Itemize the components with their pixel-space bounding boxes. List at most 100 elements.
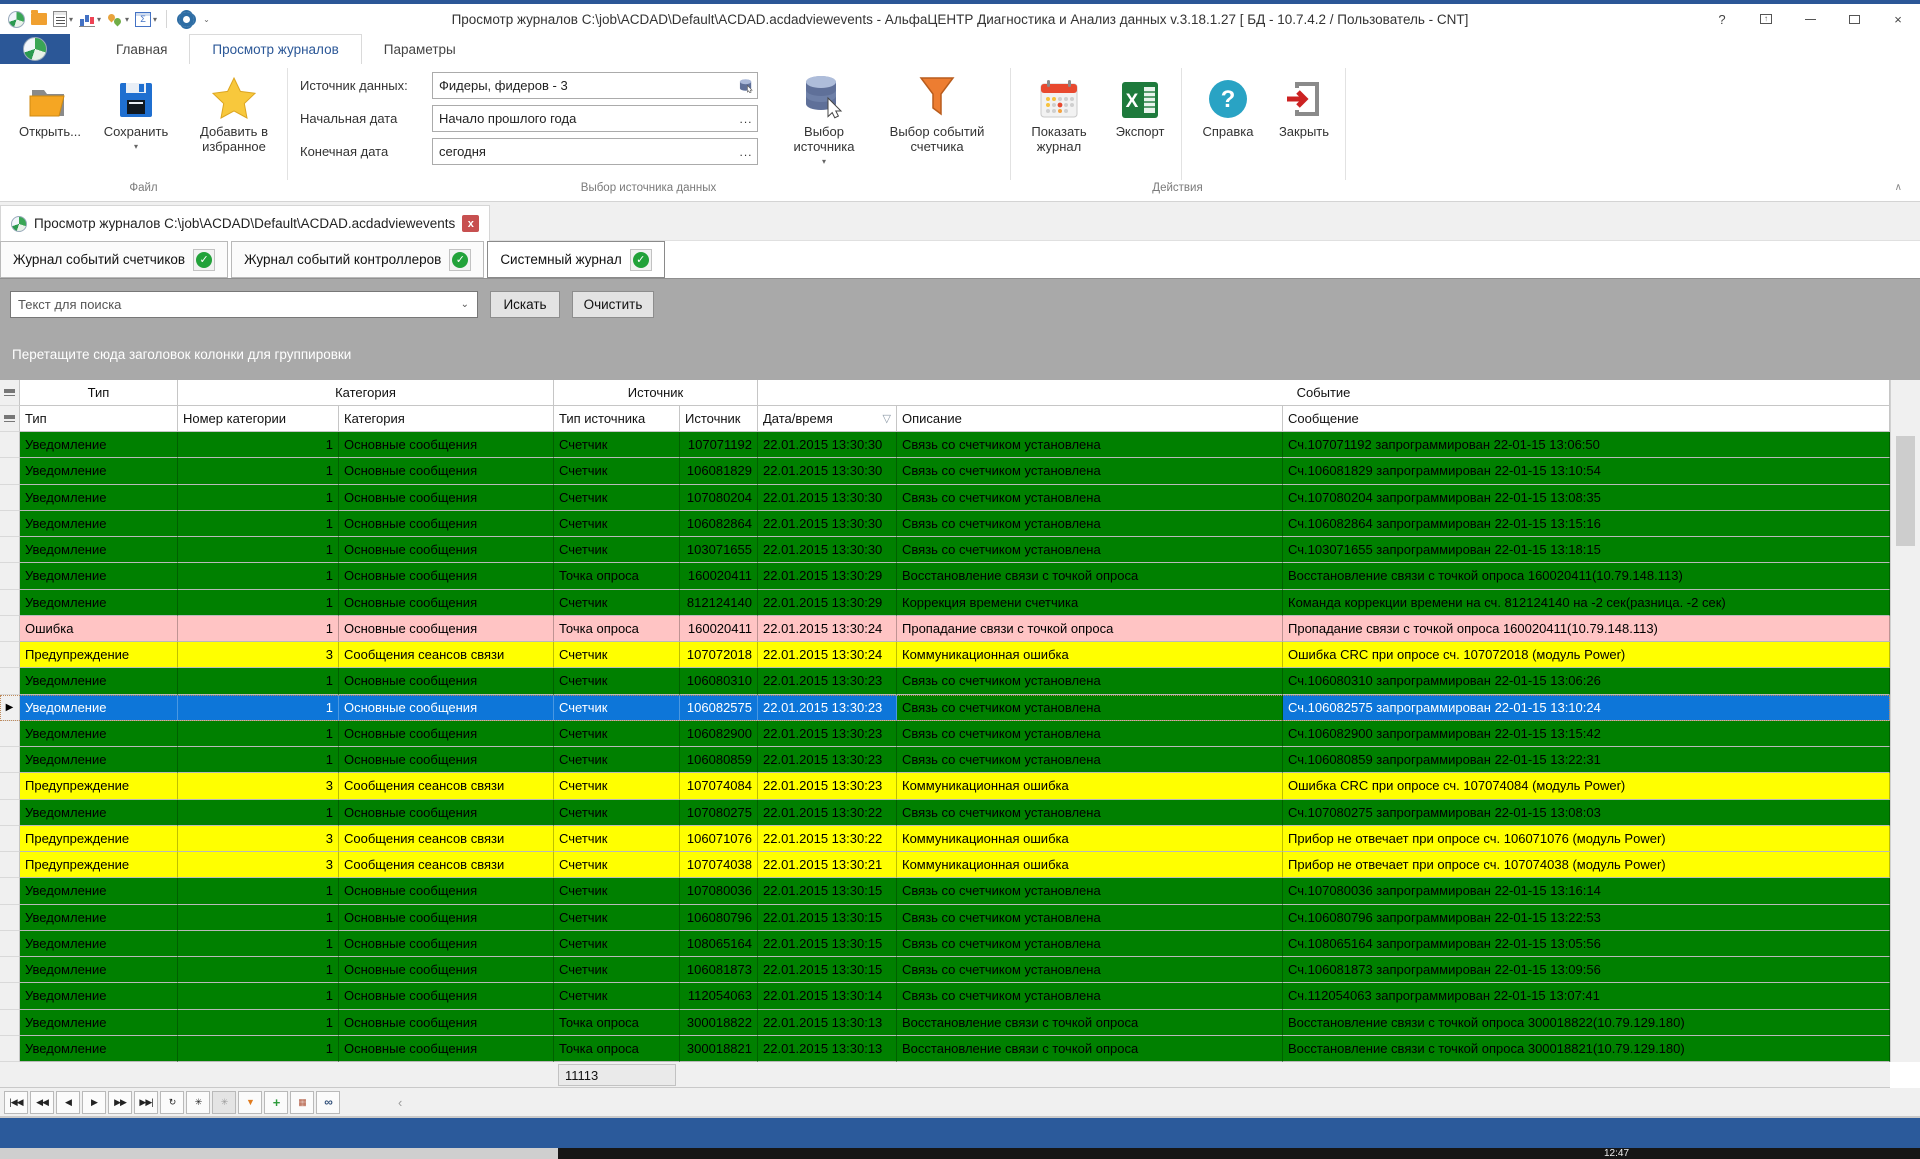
grid-cell[interactable]: 3 (178, 773, 339, 799)
table-row[interactable]: Уведомление1Основные сообщенияТочка опро… (0, 1036, 1890, 1062)
grid-cell[interactable]: Счетчик (554, 852, 680, 878)
grid-cell[interactable]: 160020411 (680, 616, 758, 642)
start-date-field[interactable]: Начало прошлого года ... (432, 105, 758, 132)
grid-cell[interactable]: 22.01.2015 13:30:29 (758, 563, 897, 589)
grid-cell[interactable]: Уведомление (20, 1010, 178, 1036)
row-indicator[interactable] (0, 905, 20, 931)
find-button[interactable]: ∞ (316, 1091, 340, 1114)
band-type[interactable]: Тип (20, 380, 178, 406)
grid-cell[interactable]: Связь со счетчиком установлена (897, 747, 1283, 773)
grid-cell[interactable]: Основные сообщения (339, 590, 554, 616)
form-list-icon[interactable]: ▾ (53, 11, 73, 27)
horizontal-scrollbar[interactable]: ‹ (352, 1091, 1890, 1114)
tab-counter-events[interactable]: Журнал событий счетчиков ✓ (0, 241, 228, 278)
grid-cell[interactable]: 22.01.2015 13:30:23 (758, 747, 897, 773)
grid-cell[interactable]: 1 (178, 721, 339, 747)
grid-cell[interactable]: Основные сообщения (339, 957, 554, 983)
grid-cell[interactable]: Уведомление (20, 537, 178, 563)
grid-cell[interactable]: Коррекция времени счетчика (897, 590, 1283, 616)
close-button[interactable]: × (1876, 5, 1920, 33)
table-row[interactable]: Уведомление1Основные сообщенияСчетчик106… (0, 957, 1890, 983)
band-source[interactable]: Источник (554, 380, 758, 406)
table-row[interactable]: Предупреждение3Сообщения сеансов связиСч… (0, 642, 1890, 668)
grid-cell[interactable]: 106082864 (680, 511, 758, 537)
pick-counter-events-button[interactable]: Выбор событий счетчика (872, 68, 1002, 154)
table-row[interactable]: Уведомление1Основные сообщенияСчетчик106… (0, 747, 1890, 773)
grid-cell[interactable]: Сч.106082900 запрограммирован 22-01-15 1… (1283, 721, 1890, 747)
grid-cell[interactable]: 812124140 (680, 590, 758, 616)
table-row[interactable]: Уведомление1Основные сообщенияСчетчик108… (0, 931, 1890, 957)
row-indicator[interactable] (0, 957, 20, 983)
last-record-button[interactable]: ▶▶| (134, 1091, 158, 1114)
grid-cell[interactable]: 300018822 (680, 1010, 758, 1036)
grid-cell[interactable]: Счетчик (554, 905, 680, 931)
row-indicator[interactable] (0, 852, 20, 878)
grid-cell[interactable]: Основные сообщения (339, 878, 554, 904)
grid-cell[interactable]: Связь со счетчиком установлена (897, 485, 1283, 511)
append-record-disabled-button[interactable]: ✳ (212, 1091, 236, 1114)
grid-cell[interactable]: 1 (178, 590, 339, 616)
combo-dropdown-icon[interactable]: ⌄ (461, 299, 477, 310)
grid-cell[interactable]: Уведомление (20, 485, 178, 511)
grid-cell[interactable]: Уведомление (20, 721, 178, 747)
grid-cell[interactable]: Основные сообщения (339, 721, 554, 747)
grid-cell[interactable]: Коммуникационная ошибка (897, 826, 1283, 852)
col-description[interactable]: Описание (897, 406, 1283, 432)
grid-cell[interactable]: 1 (178, 905, 339, 931)
grid-cell[interactable]: Уведомление (20, 983, 178, 1009)
row-indicator[interactable] (0, 432, 20, 458)
table-row[interactable]: Уведомление1Основные сообщенияСчетчик106… (0, 668, 1890, 694)
next-page-button[interactable]: ▶▶ (108, 1091, 132, 1114)
grid-cell[interactable]: 22.01.2015 13:30:30 (758, 537, 897, 563)
col-message[interactable]: Сообщение (1283, 406, 1890, 432)
grid-cell[interactable]: 160020411 (680, 563, 758, 589)
table-row[interactable]: Ошибка1Основные сообщенияТочка опроса160… (0, 616, 1890, 642)
checked-icon[interactable]: ✓ (449, 249, 471, 271)
table-row[interactable]: Уведомление1Основные сообщенияСчетчик107… (0, 485, 1890, 511)
grid-cell[interactable]: Коммуникационная ошибка (897, 773, 1283, 799)
grid-cell[interactable]: Уведомление (20, 590, 178, 616)
app-logo-icon[interactable] (8, 11, 25, 28)
grid-cell[interactable]: Основные сообщения (339, 931, 554, 957)
grid-cell[interactable]: Уведомление (20, 1036, 178, 1062)
table-row[interactable]: Уведомление1Основные сообщенияСчетчик812… (0, 590, 1890, 616)
grid-cell[interactable]: Команда коррекции времени на сч. 8121241… (1283, 590, 1890, 616)
grid-cell[interactable]: Уведомление (20, 563, 178, 589)
grid-cell[interactable]: Основные сообщения (339, 668, 554, 694)
grid-cell[interactable]: Восстановление связи с точкой опроса 300… (1283, 1036, 1890, 1062)
grid-cell[interactable]: 107074084 (680, 773, 758, 799)
more-commands-icon[interactable]: ⌄ (203, 15, 210, 24)
grid-cell[interactable]: Основные сообщения (339, 1036, 554, 1062)
end-date-field[interactable]: сегодня ... (432, 138, 758, 165)
summary-table-icon[interactable]: Σ▾ (135, 12, 157, 27)
grid-cell[interactable]: Сч.107071192 запрограммирован 22-01-15 1… (1283, 432, 1890, 458)
grid-cell[interactable]: 300018821 (680, 1036, 758, 1062)
grid-cell[interactable]: Связь со счетчиком установлена (897, 983, 1283, 1009)
grid-cell[interactable]: Счетчик (554, 642, 680, 668)
grid-cell[interactable]: 22.01.2015 13:30:21 (758, 852, 897, 878)
grid-cell[interactable]: 22.01.2015 13:30:24 (758, 616, 897, 642)
grid-cell[interactable]: 22.01.2015 13:30:30 (758, 511, 897, 537)
grid-cell[interactable]: Восстановление связи с точкой опроса (897, 1036, 1283, 1062)
grid-cell[interactable]: Счетчик (554, 432, 680, 458)
application-button[interactable] (0, 34, 70, 64)
grid-cell[interactable]: 1 (178, 695, 339, 721)
grid-cell[interactable]: Счетчик (554, 537, 680, 563)
grid-cell[interactable]: 22.01.2015 13:30:23 (758, 773, 897, 799)
append-record-button[interactable]: ✳ (186, 1091, 210, 1114)
grid-cell[interactable]: 22.01.2015 13:30:15 (758, 957, 897, 983)
row-indicator[interactable] (0, 485, 20, 511)
grid-cell[interactable]: 1 (178, 511, 339, 537)
grid-cell[interactable]: 106081873 (680, 957, 758, 983)
tab-journal-view[interactable]: Просмотр журналов (189, 34, 361, 65)
pick-source-button[interactable]: Выбор источника ▾ (778, 68, 870, 169)
grid-cell[interactable]: 112054063 (680, 983, 758, 1009)
col-category[interactable]: Категория (339, 406, 554, 432)
grid-cell[interactable]: 103071655 (680, 537, 758, 563)
grid-cell[interactable]: Уведомление (20, 511, 178, 537)
grid-cell[interactable]: 22.01.2015 13:30:29 (758, 590, 897, 616)
minimize-button[interactable] (1788, 5, 1832, 33)
grid-cell[interactable]: Прибор не отвечает при опросе сч. 106071… (1283, 826, 1890, 852)
grid-cell[interactable]: Счетчик (554, 826, 680, 852)
refresh-button[interactable]: ↻ (160, 1091, 184, 1114)
